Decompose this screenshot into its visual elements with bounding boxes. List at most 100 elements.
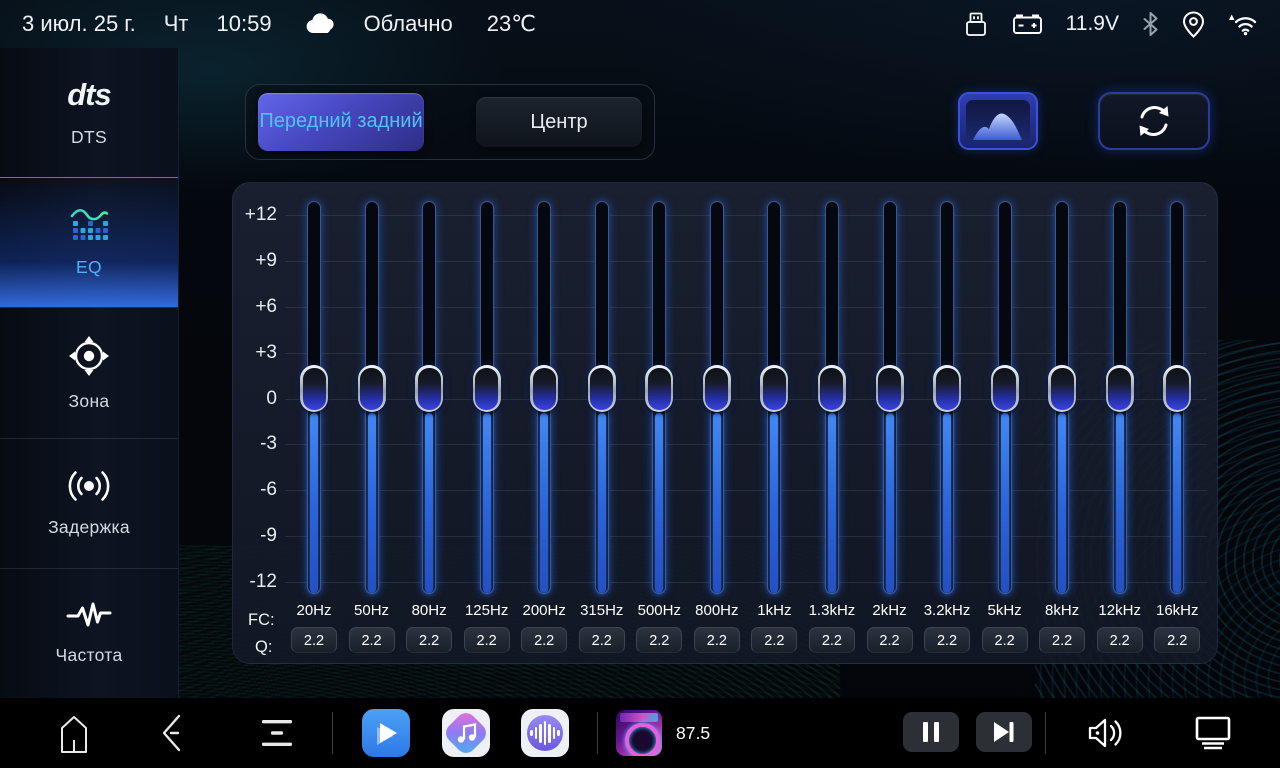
eq-slider-thumb[interactable] bbox=[530, 365, 558, 412]
scale-label: +6 bbox=[233, 296, 277, 318]
eq-band: 2kHz 2.2 bbox=[861, 183, 919, 665]
sidebar-item-eq[interactable]: EQ bbox=[0, 177, 178, 307]
eq-band: 50Hz 2.2 bbox=[343, 183, 401, 665]
music-app-icon[interactable] bbox=[442, 709, 490, 757]
band-q-value[interactable]: 2.2 bbox=[751, 627, 797, 653]
eq-band: 125Hz 2.2 bbox=[458, 183, 516, 665]
eq-slider-thumb[interactable] bbox=[588, 365, 616, 412]
scale-label: -9 bbox=[233, 525, 277, 547]
radio-app-icon[interactable] bbox=[616, 710, 662, 756]
speaker-tab-group: Передний задний Центр bbox=[245, 84, 655, 160]
equalizer-icon bbox=[70, 207, 108, 243]
eq-slider-thumb[interactable] bbox=[1106, 365, 1134, 412]
reset-icon bbox=[1133, 100, 1175, 142]
eq-slider-fill bbox=[655, 413, 663, 593]
band-q-value[interactable]: 2.2 bbox=[636, 627, 682, 653]
eq-slider-thumb[interactable] bbox=[358, 365, 386, 412]
reset-button[interactable] bbox=[1098, 92, 1210, 150]
pause-button[interactable] bbox=[903, 712, 959, 752]
eq-slider-thumb[interactable] bbox=[415, 365, 443, 412]
play-app-icon[interactable] bbox=[362, 709, 410, 757]
band-q-value[interactable]: 2.2 bbox=[1039, 627, 1085, 653]
band-q-value[interactable]: 2.2 bbox=[579, 627, 625, 653]
sidebar-item-zone[interactable]: Зона bbox=[0, 307, 178, 437]
band-q-value[interactable]: 2.2 bbox=[349, 627, 395, 653]
band-frequency-label: 1.3kHz bbox=[803, 602, 861, 619]
sidebar-item-delay[interactable]: Задержка bbox=[0, 438, 178, 568]
waveform-icon bbox=[527, 715, 563, 751]
location-icon bbox=[1182, 11, 1205, 38]
sidebar-item-dts[interactable]: dts DTS bbox=[0, 48, 178, 177]
band-q-value[interactable]: 2.2 bbox=[521, 627, 567, 653]
eq-band: 16kHz 2.2 bbox=[1148, 183, 1206, 665]
volume-icon[interactable] bbox=[1085, 715, 1125, 751]
eq-curve-button[interactable] bbox=[958, 92, 1038, 150]
band-frequency-label: 125Hz bbox=[458, 602, 516, 619]
band-frequency-label: 315Hz bbox=[573, 602, 631, 619]
band-q-value[interactable]: 2.2 bbox=[406, 627, 452, 653]
scale-label: +3 bbox=[233, 342, 277, 364]
tab-front-rear[interactable]: Передний задний bbox=[258, 93, 424, 151]
band-q-value[interactable]: 2.2 bbox=[809, 627, 855, 653]
status-bar: 3 июл. 25 г. Чт 10:59 Облачно 23℃ bbox=[0, 0, 1280, 48]
band-frequency-label: 500Hz bbox=[630, 602, 688, 619]
scale-label: +9 bbox=[233, 250, 277, 272]
eq-slider-thumb[interactable] bbox=[876, 365, 904, 412]
band-frequency-label: 200Hz bbox=[515, 602, 573, 619]
band-q-value[interactable]: 2.2 bbox=[694, 627, 740, 653]
eq-band: 200Hz 2.2 bbox=[515, 183, 573, 665]
eq-slider-fill bbox=[1001, 413, 1009, 593]
back-icon[interactable] bbox=[152, 712, 192, 754]
band-q-value[interactable]: 2.2 bbox=[464, 627, 510, 653]
tab-center[interactable]: Центр bbox=[476, 97, 642, 147]
delay-signal-icon bbox=[66, 469, 112, 503]
menu-icon[interactable] bbox=[253, 712, 301, 754]
home-icon[interactable] bbox=[52, 710, 96, 756]
band-q-value[interactable]: 2.2 bbox=[982, 627, 1028, 653]
band-frequency-label: 2kHz bbox=[861, 602, 919, 619]
eq-slider-thumb[interactable] bbox=[991, 365, 1019, 412]
clock-label: 10:59 bbox=[217, 11, 272, 37]
eq-slider-fill bbox=[483, 413, 491, 593]
eq-slider-thumb[interactable] bbox=[645, 365, 673, 412]
eq-slider-thumb[interactable] bbox=[818, 365, 846, 412]
eq-slider-fill bbox=[828, 413, 836, 593]
eq-slider-thumb[interactable] bbox=[760, 365, 788, 412]
eq-slider-thumb[interactable] bbox=[300, 365, 328, 412]
voice-app-icon[interactable] bbox=[521, 709, 569, 757]
band-q-value[interactable]: 2.2 bbox=[1097, 627, 1143, 653]
fc-row-label: FC: bbox=[248, 611, 275, 630]
pause-icon bbox=[921, 721, 941, 743]
eq-slider-fill bbox=[425, 413, 433, 593]
eq-band: 500Hz 2.2 bbox=[630, 183, 688, 665]
date-label: 3 июл. 25 г. bbox=[22, 11, 136, 37]
radio-art bbox=[620, 713, 658, 722]
band-frequency-label: 8kHz bbox=[1033, 602, 1091, 619]
zone-target-icon bbox=[68, 335, 110, 377]
tab-label: Центр bbox=[530, 111, 587, 134]
eq-slider-thumb[interactable] bbox=[1048, 365, 1076, 412]
eq-band: 3.2kHz 2.2 bbox=[918, 183, 976, 665]
eq-slider-fill bbox=[1058, 413, 1066, 593]
band-q-value[interactable]: 2.2 bbox=[1154, 627, 1200, 653]
eq-slider-thumb[interactable] bbox=[473, 365, 501, 412]
band-q-value[interactable]: 2.2 bbox=[867, 627, 913, 653]
band-q-value[interactable]: 2.2 bbox=[291, 627, 337, 653]
scale-label: -12 bbox=[233, 571, 277, 593]
divider bbox=[1045, 712, 1046, 754]
band-frequency-label: 5kHz bbox=[976, 602, 1034, 619]
eq-slider-fill bbox=[1116, 413, 1124, 593]
equalizer-panel: +12+9+6+30-3-6-9-12 20Hz 2.2 50Hz 2.2 80… bbox=[232, 182, 1218, 664]
eq-slider-thumb[interactable] bbox=[1163, 365, 1191, 412]
eq-slider-thumb[interactable] bbox=[933, 365, 961, 412]
band-q-value[interactable]: 2.2 bbox=[924, 627, 970, 653]
sidebar-item-frequency[interactable]: Частота bbox=[0, 568, 178, 698]
navigation-bar: 87.5 bbox=[0, 698, 1280, 768]
display-icon[interactable] bbox=[1190, 714, 1236, 752]
eq-slider-thumb[interactable] bbox=[703, 365, 731, 412]
band-frequency-label: 20Hz bbox=[285, 602, 343, 619]
next-track-button[interactable] bbox=[976, 712, 1032, 752]
eq-curve-icon bbox=[966, 100, 1030, 142]
eq-slider-fill bbox=[368, 413, 376, 593]
usb-icon bbox=[963, 11, 989, 38]
